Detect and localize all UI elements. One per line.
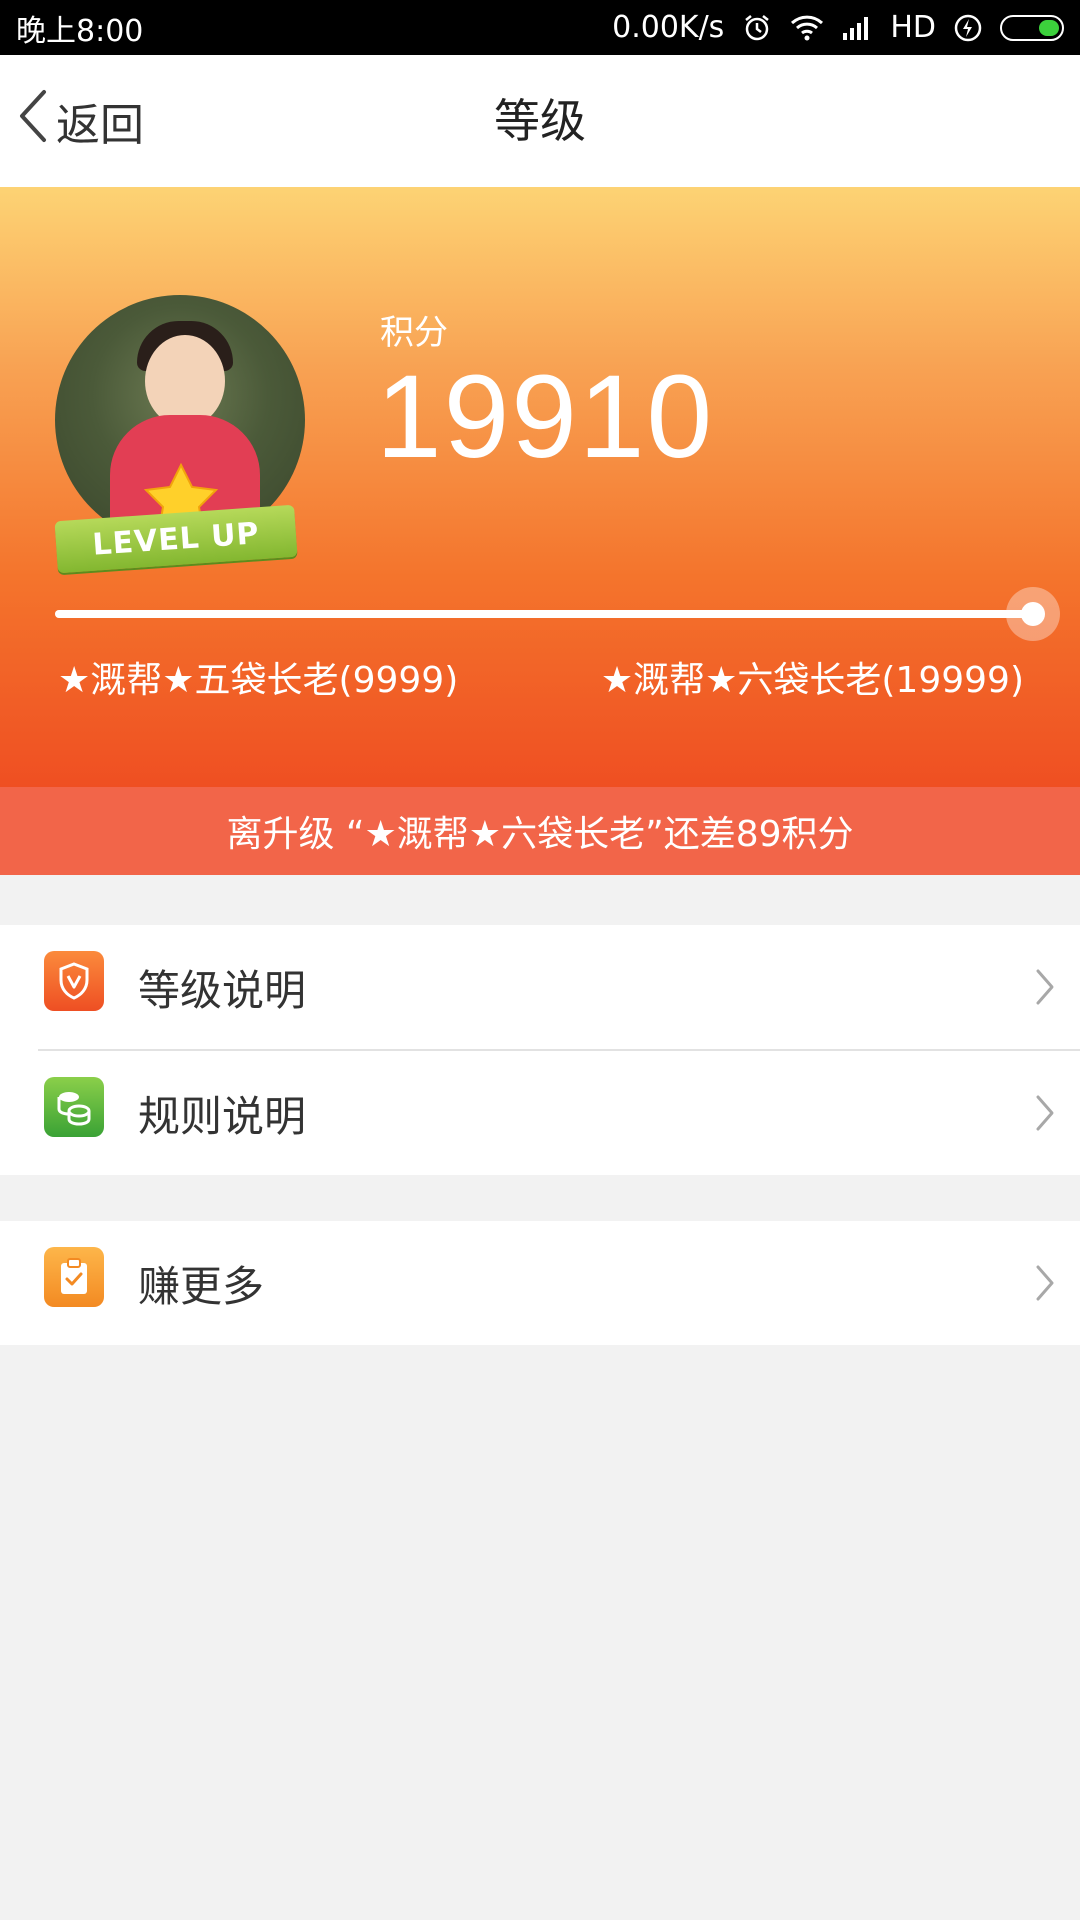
avatar-with-badge: LEVEL UP — [52, 295, 308, 595]
menu-item-label: 赚更多 — [138, 1261, 265, 1311]
nav-bar: 返回 等级 — [0, 55, 1080, 187]
network-type: HD — [890, 10, 936, 45]
battery-icon — [1000, 14, 1064, 41]
status-bar: 晚上8:00 0.00K/s HD — [0, 0, 1080, 55]
wifi-icon — [790, 14, 824, 42]
upgrade-hint: 离升级 “★溉帮★六袋长老”还差89积分 — [0, 787, 1080, 875]
net-speed: 0.00K/s — [612, 10, 725, 45]
status-time: 晚上8:00 — [16, 13, 144, 49]
menu-item-label: 规则说明 — [138, 1091, 307, 1141]
level-up-badge: LEVEL UP — [54, 504, 298, 574]
current-level-label: ★溉帮★五袋长老(9999) — [58, 660, 459, 701]
chevron-right-icon — [1034, 1263, 1056, 1307]
signal-icon — [842, 15, 872, 41]
menu-item-rules-description[interactable]: 规则说明 — [0, 1051, 1080, 1175]
chevron-right-icon — [1034, 967, 1056, 1011]
menu-group-earn: 赚更多 — [0, 1221, 1080, 1345]
menu-item-earn-more[interactable]: 赚更多 — [0, 1221, 1080, 1345]
menu-item-level-description[interactable]: 等级说明 — [0, 925, 1080, 1049]
alarm-icon — [742, 13, 772, 43]
clipboard-check-icon — [44, 1247, 104, 1307]
level-progress-knob — [1006, 587, 1061, 641]
level-hero: LEVEL UP 积分 19910 ★溉帮★五袋长老(9999) ★溉帮★六袋长… — [0, 187, 1080, 787]
level-progress-fill — [55, 610, 1034, 618]
level-progress-bar — [55, 587, 1061, 641]
status-icons: 0.00K/s HD — [612, 10, 1064, 45]
shield-v-icon — [44, 951, 104, 1011]
page-title: 等级 — [494, 94, 586, 148]
chevron-right-icon — [1034, 1093, 1056, 1137]
score-value: 19910 — [376, 351, 715, 483]
next-level-label: ★溉帮★六袋长老(19999) — [600, 660, 1024, 701]
coins-icon — [44, 1077, 104, 1137]
charging-icon — [954, 14, 982, 42]
menu-item-label: 等级说明 — [138, 965, 307, 1015]
menu-group-info: 等级说明 规则说明 — [0, 925, 1080, 1175]
